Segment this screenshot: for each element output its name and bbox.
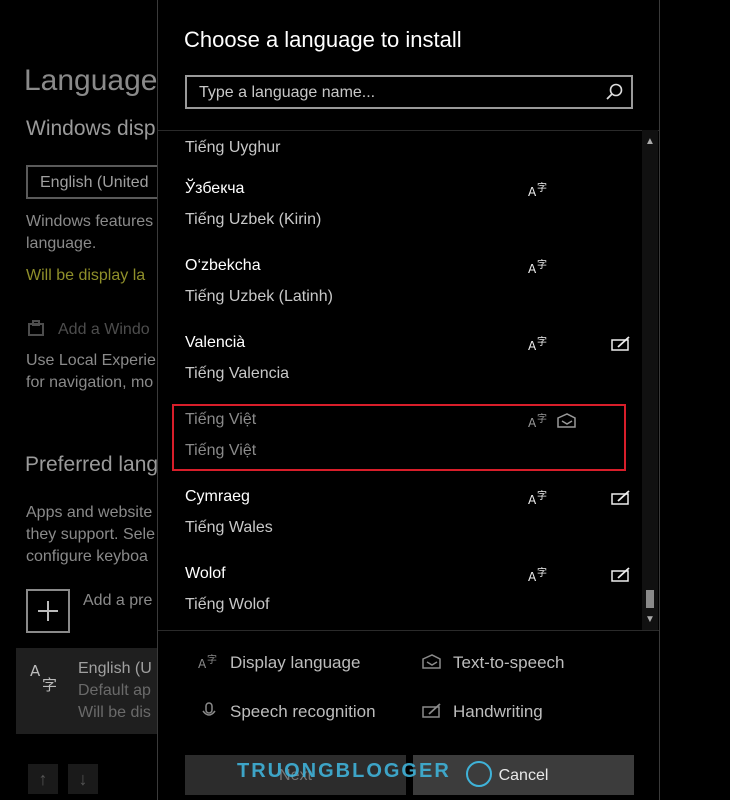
svg-text:A: A [198,657,207,671]
svg-text:字: 字 [42,676,57,694]
display-language-icon: A 字 [528,258,547,276]
will-display-note: Will be display la [26,267,146,284]
legend-speech-recognition: Speech recognition [230,702,376,721]
svg-text:字: 字 [537,335,547,348]
language-native-name: Ўзбекча [185,180,245,197]
language-native-name: Valencià [185,334,246,351]
svg-text:A: A [528,570,537,584]
language-localized-name: Tiếng Wales [185,519,273,536]
vietnamese-highlight-box [172,404,626,471]
apps-text-line1: Apps and website [26,504,153,521]
add-language-button[interactable] [26,589,70,633]
legend-handwriting: Handwriting [453,702,543,721]
language-list-item[interactable]: A 字 English (U Default ap Will be dis [16,648,166,734]
language-localized-name: Tiếng Uzbek (Kirin) [185,211,322,228]
svg-text:字: 字 [207,653,217,666]
move-up-button[interactable]: ↑ [28,764,58,794]
svg-text:A: A [528,339,537,353]
choose-language-dialog: Choose a language to install Tiếng Uyghu… [157,0,660,800]
language-localized-name: Tiếng Uzbek (Latinh) [185,288,333,305]
watermark-text: TRUONGBLOGGER [237,760,451,782]
handwriting-icon [611,490,630,505]
language-localized-name: Tiếng Uyghur [185,139,281,156]
apps-text-line3: configure keyboa [26,548,148,565]
scroll-down-icon[interactable]: ▼ [642,612,658,628]
display-language-icon: A 字 [528,335,547,353]
svg-text:A: A [528,185,537,199]
svg-text:A: A [528,493,537,507]
display-language-icon: A 字 [528,181,547,199]
lightbulb-icon [466,761,492,787]
add-windows-link[interactable]: Add a Windo [58,321,150,339]
language-row-uzbek-cyrillic[interactable]: Ўзбекча Tiếng Uzbek (Kirin) A 字 [158,171,643,249]
legend-display-language: Display language [230,653,361,672]
display-language-icon: A 字 [198,653,217,671]
language-native-name: O‘zbekcha [185,257,261,274]
svg-text:A: A [528,262,537,276]
language-list[interactable]: Tiếng Uyghur Ўзбекча Tiếng Uzbek (Kirin)… [158,130,659,631]
language-row-uzbek-latin[interactable]: O‘zbekcha Tiếng Uzbek (Latinh) A 字 [158,248,643,326]
language-row-welsh[interactable]: Cymraeg Tiếng Wales A 字 [158,479,643,557]
svg-text:字: 字 [537,181,547,194]
local-experience-line2: for navigation, mo [26,374,154,391]
feature-legend: A 字 Display language Text-to-speech Spee… [158,630,659,743]
language-native-name: Wolof [185,565,226,582]
svg-text:A: A [30,662,41,680]
language-localized-name: Tiếng Valencia [185,365,290,382]
language-item-sub2: Will be dis [78,704,151,721]
language-icon: A 字 [30,662,57,694]
handwriting-icon [611,567,630,582]
page-title: Language [24,64,158,97]
language-localized-name: Tiếng Wolof [185,596,270,613]
windows-display-heading: Windows disp [26,117,156,140]
language-search-box[interactable] [185,75,633,109]
scroll-up-icon[interactable]: ▲ [642,134,658,150]
microphone-icon [202,702,216,716]
text-to-speech-icon [422,654,441,669]
language-list-scrollbar[interactable]: ▲ ▼ [642,130,658,630]
display-language-icon: A 字 [528,566,547,584]
handwriting-icon [611,336,630,351]
language-item-sub1: Default ap [78,682,151,699]
preferred-languages-heading: Preferred lang [25,453,159,476]
add-preferred-label: Add a pre [83,592,153,609]
language-native-name: Cymraeg [185,488,250,505]
move-down-button[interactable]: ↓ [68,764,98,794]
language-item-name: English (U [78,660,152,677]
local-experience-line1: Use Local Experie [26,352,156,369]
search-icon[interactable] [605,82,625,102]
svg-text:字: 字 [537,489,547,502]
display-language-icon: A 字 [528,489,547,507]
handwriting-icon [422,703,441,718]
apps-text-line2: they support. Sele [26,526,155,543]
dropdown-value: English (United [40,174,149,191]
features-text-line1: Windows features [26,213,154,230]
scrollbar-thumb[interactable] [646,590,654,608]
store-icon [28,320,44,336]
features-text-line2: language. [26,235,97,252]
dialog-title: Choose a language to install [184,27,462,52]
language-row-wolof[interactable]: Wolof Tiếng Wolof A 字 [158,556,643,631]
legend-text-to-speech: Text-to-speech [453,653,565,672]
svg-text:字: 字 [537,258,547,271]
language-row-valencian[interactable]: Valencià Tiếng Valencia A 字 [158,325,643,403]
svg-text:字: 字 [537,566,547,579]
search-input[interactable] [187,77,611,109]
